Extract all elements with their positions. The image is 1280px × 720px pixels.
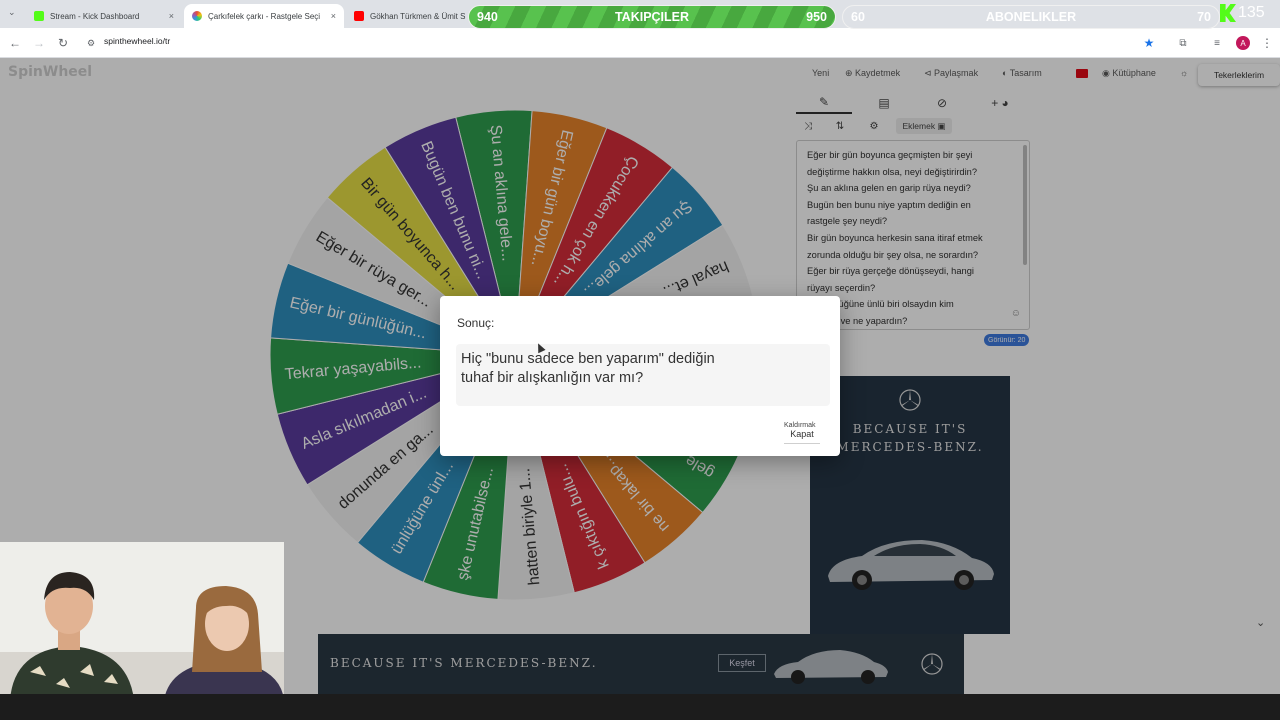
wheel-favicon-icon bbox=[192, 11, 202, 21]
followers-goal: 950 bbox=[806, 10, 827, 24]
tab-title: Stream - Kick Dashboard bbox=[50, 11, 140, 21]
browser-toolbar: ← → ↻ ⚙ spinthewheel.io/tr ★ ⧉ ≡ A ⋮ bbox=[0, 28, 1280, 58]
tab-spin-wheel[interactable]: Çarkıfelek çarkı - Rastgele Seçi × bbox=[184, 4, 344, 28]
result-box: Hiç "bunu sadece ben yaparım" dediğin tu… bbox=[456, 344, 830, 429]
profile-avatar[interactable]: A bbox=[1236, 36, 1250, 50]
webcam-overlay bbox=[0, 542, 284, 700]
viewer-count: 135 bbox=[1220, 4, 1265, 22]
tab-kick-dashboard[interactable]: Stream - Kick Dashboard × bbox=[26, 4, 182, 28]
subscribers-label: ABONELIKLER bbox=[985, 10, 1077, 24]
webcam-feed-image bbox=[0, 542, 284, 700]
viewer-count-value: 135 bbox=[1238, 4, 1265, 21]
bookmark-star-icon[interactable]: ★ bbox=[1140, 34, 1158, 52]
followers-label: TAKIPÇILER bbox=[614, 10, 690, 24]
screen-bottom-strip bbox=[0, 694, 1280, 720]
tab-close-icon[interactable]: × bbox=[331, 11, 336, 21]
site-info-icon[interactable]: ⚙ bbox=[82, 34, 100, 52]
back-arrow-icon[interactable]: ← bbox=[6, 34, 24, 52]
tab-list-chevron-icon[interactable]: ⌄ bbox=[8, 7, 16, 18]
tab-title: Gökhan Türkmen & Ümit S bbox=[370, 11, 466, 21]
tab-close-icon[interactable]: × bbox=[169, 11, 174, 21]
dialog-title: Sonuç: bbox=[457, 316, 495, 330]
browser-menu-icon[interactable]: ⋮ bbox=[1258, 34, 1276, 52]
url-field[interactable]: spinthewheel.io/tr bbox=[104, 36, 170, 46]
extensions-icon[interactable]: ⧉ bbox=[1174, 34, 1192, 52]
subscribers-current: 60 bbox=[851, 10, 865, 24]
followers-goal-bar: 940 TAKIPÇILER 950 bbox=[468, 5, 836, 29]
media-controls-icon[interactable]: ≡ bbox=[1208, 34, 1226, 52]
result-dialog: Sonuç: Hiç "bunu sadece ben yaparım" ded… bbox=[440, 296, 840, 456]
youtube-favicon-icon bbox=[354, 11, 364, 21]
subscribers-goal-bar: 60 ABONELIKLER 70 bbox=[842, 5, 1220, 29]
tab-youtube[interactable]: Gökhan Türkmen & Ümit S bbox=[346, 4, 466, 28]
reload-icon[interactable]: ↻ bbox=[54, 34, 72, 52]
result-text: Hiç "bunu sadece ben yaparım" dediğin tu… bbox=[461, 351, 715, 386]
forward-arrow-icon[interactable]: → bbox=[30, 34, 48, 52]
followers-current: 940 bbox=[477, 10, 498, 24]
close-button[interactable]: Kapat bbox=[784, 424, 820, 444]
subscribers-goal: 70 bbox=[1197, 10, 1211, 24]
kick-favicon-icon bbox=[34, 11, 44, 21]
tab-title: Çarkıfelek çarkı - Rastgele Seçi bbox=[208, 11, 321, 21]
kick-logo-icon bbox=[1220, 4, 1236, 22]
